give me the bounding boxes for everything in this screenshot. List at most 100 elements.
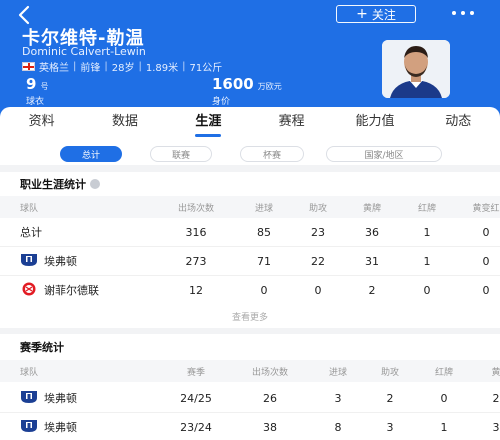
player-header: + 关注 卡尔维特-勒温 Dominic Calvert-Lewin 英格兰 |… [0,0,500,118]
tab-1[interactable]: 数据 [83,107,166,139]
team-name: 埃弗顿 [44,392,77,405]
market-value-label: 身价 [212,97,231,107]
career-col-header: 助攻 [308,203,327,214]
season-col-header: 球队 [20,367,39,378]
goals-cell: 85 [257,225,271,239]
red-cell: 0 [423,283,431,297]
player-meta: 英格兰 | 前锋 | 28岁 | 1.89米 | 71公斤 [22,59,222,74]
jersey-unit: 号 [40,82,49,91]
season-cell: 24/25 [180,391,212,405]
everton-badge-icon [20,419,38,436]
career-title-text: 职业生涯统计 [20,178,86,191]
apps-cell: 12 [189,283,203,297]
team-cell: 埃弗顿 [20,247,77,275]
team-cell: 谢菲尔德联 [20,276,99,304]
filter-league[interactable]: 联赛 [150,146,212,162]
assists-cell: 22 [311,254,325,268]
career-col-header: 黄变红 [472,203,500,214]
tab-2[interactable]: 生涯 [167,107,250,139]
team-name: 埃弗顿 [44,255,77,268]
table-row[interactable]: 埃弗顿 24/25 26 3 2 0 2 [0,384,500,413]
jersey-label: 球衣 [26,97,45,107]
filter-total[interactable]: 总计 [60,146,122,162]
career-col-header: 出场次数 [177,203,214,214]
player-avatar [382,40,450,98]
info-icon[interactable] [90,179,100,189]
season-col-header: 助攻 [380,367,399,378]
tab-3[interactable]: 赛程 [250,107,333,139]
career-col-header: 红牌 [417,203,436,214]
player-country: 英格兰 [39,63,69,74]
everton-badge-icon [20,390,38,407]
team-name: 谢菲尔德联 [44,284,99,297]
assists-cell: 2 [386,391,394,405]
goals-cell: 71 [257,254,271,268]
assists-cell: 3 [386,420,394,434]
tab-4[interactable]: 能力值 [333,107,416,139]
yellow-cell: 3 [492,420,500,434]
season-table-header: 球队 赛季 出场次数 进球 助攻 红牌 黄 [0,360,500,382]
player-position: 前锋 [80,63,101,74]
sheffield-badge-icon [20,282,38,299]
more-options-icon[interactable] [452,11,474,15]
career-col-header: 球队 [20,203,39,214]
yr-cell: 0 [482,225,490,239]
market-value-unit: 万欧元 [257,82,282,91]
everton-badge-icon [20,253,38,270]
yellow-cell: 31 [365,254,379,268]
apps-cell: 316 [185,225,207,239]
red-cell: 0 [440,391,448,405]
tab-0[interactable]: 资料 [0,107,83,139]
season-cell: 23/24 [180,420,212,434]
team-cell: 总计 [20,218,42,246]
apps-cell: 26 [263,391,277,405]
goals-cell: 3 [334,391,342,405]
apps-cell: 38 [263,420,277,434]
filter-national[interactable]: 国家/地区 [326,146,442,162]
red-cell: 1 [440,420,448,434]
player-name-en: Dominic Calvert-Lewin [22,45,146,58]
see-more-link[interactable]: 查看更多 [0,304,500,328]
player-age: 28岁 [111,63,135,74]
filter-cup[interactable]: 杯赛 [240,146,304,162]
career-title: 职业生涯统计 [20,176,100,192]
yr-cell: 0 [482,254,490,268]
team-cell: 埃弗顿 [20,413,77,440]
player-weight: 71公斤 [189,63,223,74]
season-title: 赛季统计 [20,341,64,354]
team-name: 总计 [20,226,42,239]
main-tabs: 资料 数据 生涯 赛程 能力值 动态 [0,107,500,139]
season-col-header: 出场次数 [251,367,288,378]
career-col-header: 黄牌 [362,203,381,214]
market-value: 1600 [212,75,254,93]
filter-chips: 总计 联赛 杯赛 国家/地区 [0,139,500,165]
yr-cell: 0 [482,283,490,297]
plus-icon: + [356,6,368,22]
england-flag-icon [22,62,35,71]
jersey-stat: 9号 球衣 [26,75,48,107]
table-row[interactable]: 总计 316 85 23 36 1 0 [0,218,500,247]
team-cell: 埃弗顿 [20,384,77,412]
red-cell: 1 [423,225,431,239]
value-stat: 1600 万欧元 身价 [212,75,282,107]
assists-cell: 23 [311,225,325,239]
table-row[interactable]: 埃弗顿 273 71 22 31 1 0 [0,247,500,276]
player-height: 1.89米 [145,63,179,74]
follow-button[interactable]: + 关注 [336,5,416,23]
season-col-header: 进球 [328,367,347,378]
jersey-number: 9 [26,75,37,93]
yellow-cell: 2 [368,283,376,297]
apps-cell: 273 [185,254,207,268]
career-table-header: 球队 出场次数 进球 助攻 黄牌 红牌 黄变红 [0,196,500,218]
team-name: 埃弗顿 [44,421,77,434]
follow-label: 关注 [371,7,396,22]
yellow-cell: 36 [365,225,379,239]
season-col-header: 红牌 [434,367,453,378]
table-row[interactable]: 埃弗顿 23/24 38 8 3 1 3 [0,413,500,440]
table-row[interactable]: 谢菲尔德联 12 0 0 2 0 0 [0,276,500,305]
yellow-cell: 2 [492,391,500,405]
season-col-header: 黄 [491,367,500,378]
back-arrow-icon[interactable] [14,4,36,26]
goals-cell: 8 [334,420,342,434]
tab-5[interactable]: 动态 [417,107,500,139]
